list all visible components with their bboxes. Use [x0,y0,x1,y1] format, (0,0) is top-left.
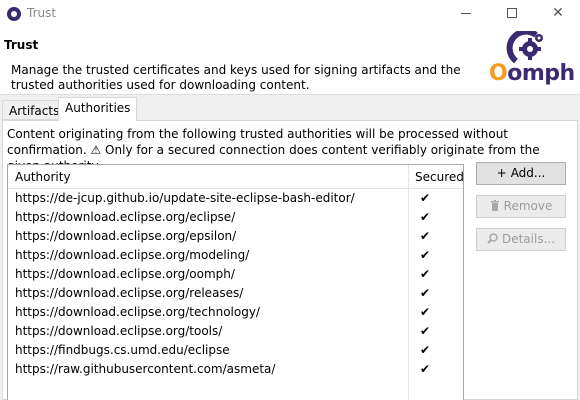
column-separator [408,165,409,400]
dialog-description: Manage the trusted certificates and keys… [11,63,461,92]
table-row[interactable]: https://download.eclipse.org/epsilon/ [8,227,408,246]
add-button-label: Add... [510,166,546,180]
secured-check-icon: ✔ [419,362,431,376]
table-row[interactable]: https://raw.githubusercontent.com/asmeta… [8,360,408,379]
secured-check-icon: ✔ [419,324,431,338]
trash-icon [490,200,499,211]
dialog-header: Trust Manage the trusted certificates an… [0,28,580,94]
app-icon [7,7,21,21]
secured-check-icon: ✔ [419,229,431,243]
authority-url: https://download.eclipse.org/epsilon/ [15,229,237,243]
close-icon: ✕ [552,5,564,21]
details-button[interactable]: Details... [476,228,566,251]
secured-check-icon: ✔ [419,210,431,224]
table-header: Authority Secured [8,165,463,189]
maximize-button[interactable] [489,0,535,28]
secured-check-icon: ✔ [419,286,431,300]
authority-url: https://download.eclipse.org/releases/ [15,286,244,300]
authority-url: https://download.eclipse.org/eclipse/ [15,210,236,224]
plus-icon: + [496,166,507,180]
table-row[interactable]: https://download.eclipse.org/technology/ [8,303,408,322]
add-button[interactable]: + Add... [476,162,566,185]
logo-wordmark: Oomph [489,61,575,86]
minimize-icon [461,12,471,14]
table-row[interactable]: https://download.eclipse.org/tools/ [8,322,408,341]
table-row[interactable]: https://download.eclipse.org/releases/ [8,284,408,303]
gears-icon [506,31,543,64]
title-bar: Trust ✕ [0,0,580,28]
remove-button[interactable]: Remove [476,195,566,218]
table-row[interactable]: https://download.eclipse.org/eclipse/ [8,208,408,227]
window-title: Trust [27,6,57,20]
table-row[interactable]: https://download.eclipse.org/oomph/ [8,265,408,284]
close-button[interactable]: ✕ [535,0,580,28]
authority-url: https://raw.githubusercontent.com/asmeta… [15,362,276,376]
secured-check-icon: ✔ [419,305,431,319]
tab-artifacts[interactable]: Artifacts [2,100,67,120]
authority-url: https://findbugs.cs.umd.edu/eclipse [15,343,230,357]
column-header-secured[interactable]: Secured [415,170,463,184]
authority-url: https://de-jcup.github.io/update-site-ec… [15,191,355,205]
tab-authorities[interactable]: Authorities [58,97,138,121]
remove-button-label: Remove [503,199,553,213]
secured-check-icon: ✔ [419,343,431,357]
column-header-authority[interactable]: Authority [15,170,71,184]
secured-check-icon: ✔ [419,267,431,281]
table-row[interactable]: https://download.eclipse.org/modeling/ [8,246,408,265]
minimize-button[interactable] [443,0,489,28]
secured-check-icon: ✔ [419,191,431,205]
details-button-label: Details... [501,232,556,246]
oomph-logo: Oomph [486,31,575,91]
table-row[interactable]: https://de-jcup.github.io/update-site-ec… [8,189,408,208]
authority-url: https://download.eclipse.org/oomph/ [15,267,235,281]
table-row[interactable]: https://findbugs.cs.umd.edu/eclipse [8,341,408,360]
authority-url: https://download.eclipse.org/tools/ [15,324,223,338]
maximize-icon [507,8,517,18]
authority-url: https://download.eclipse.org/modeling/ [15,248,250,262]
dialog-title: Trust [4,38,39,52]
authority-url: https://download.eclipse.org/technology/ [15,305,260,319]
authorities-table[interactable]: Authority Secured https://de-jcup.github… [7,164,464,400]
magnifier-icon [487,233,498,244]
secured-check-icon: ✔ [419,248,431,262]
